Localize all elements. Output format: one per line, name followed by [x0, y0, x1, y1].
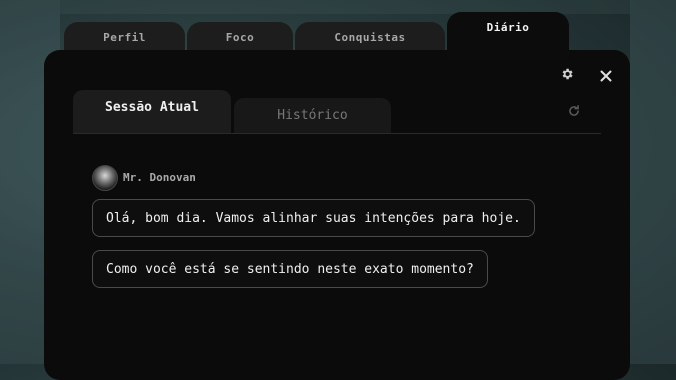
gear-icon[interactable]: [560, 66, 574, 80]
background-window-right: [630, 0, 676, 364]
chat-message: Como você está se sentindo neste exato m…: [92, 250, 488, 288]
avatar: [92, 165, 118, 191]
subtab-divider: [73, 133, 601, 134]
diary-panel: Sessão Atual Histórico Mr. Donovan Olá, …: [44, 50, 630, 380]
close-icon[interactable]: [600, 67, 612, 82]
chat-message: Olá, bom dia. Vamos alinhar suas intençõ…: [92, 199, 535, 237]
subtab-historico[interactable]: Histórico: [234, 98, 391, 134]
tab-diario[interactable]: Diário: [447, 12, 569, 60]
refresh-icon[interactable]: [567, 103, 581, 117]
subtab-sessao-atual[interactable]: Sessão Atual: [73, 90, 231, 134]
sender-name: Mr. Donovan: [123, 171, 196, 184]
